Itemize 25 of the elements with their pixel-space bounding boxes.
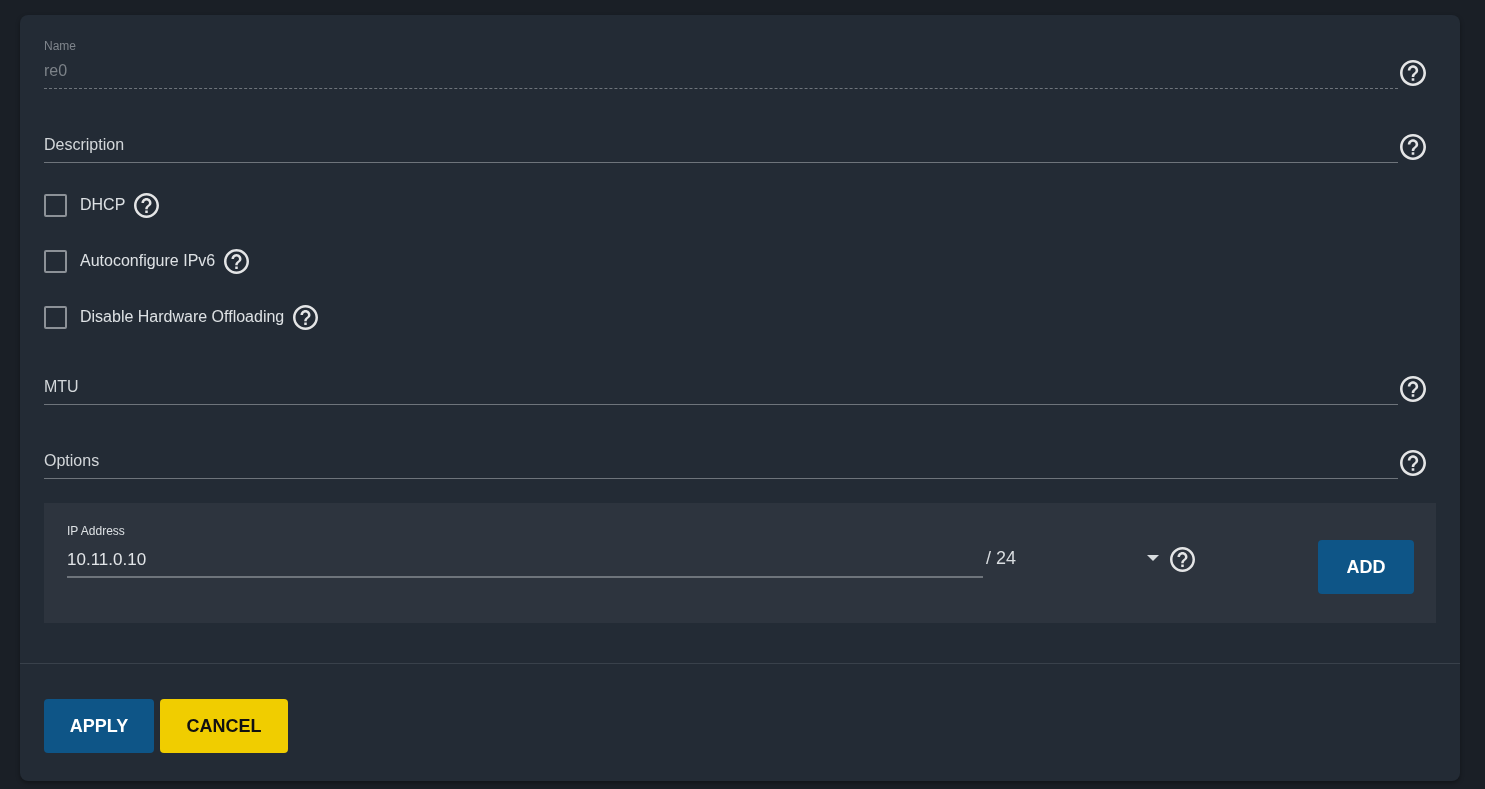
input-field[interactable]: Options [44,450,1398,479]
help-icon[interactable] [224,248,250,274]
ip-address-input[interactable]: 10.11.0.10 [67,549,983,578]
help-icon[interactable] [1400,450,1426,476]
input-field[interactable]: Description [44,134,1398,163]
add-button[interactable]: ADD [1318,540,1414,594]
caret-icon [1147,555,1159,561]
checkbox-label: DHCP [80,196,126,214]
field-label: Name [44,39,77,53]
checkbox[interactable] [44,193,67,217]
help-icon[interactable] [1170,547,1195,572]
help-icon[interactable] [134,192,160,218]
help-icon[interactable] [1400,134,1426,160]
checkbox[interactable] [44,249,67,273]
cancel-button[interactable]: CANCEL [160,699,288,753]
checkbox-label: Autoconfigure IPv6 [80,252,216,270]
input-field[interactable]: MTU [44,376,1398,405]
help-icon[interactable] [1400,60,1426,86]
apply-button[interactable]: APPLY [44,699,154,753]
checkbox[interactable] [44,305,67,329]
help-icon[interactable] [293,304,319,330]
help-icon[interactable] [1400,376,1426,402]
checkbox-label: Disable Hardware Offloading [80,308,285,326]
netmask-select[interactable]: / 24 [986,546,1161,570]
field-label: IP Address [67,524,126,538]
